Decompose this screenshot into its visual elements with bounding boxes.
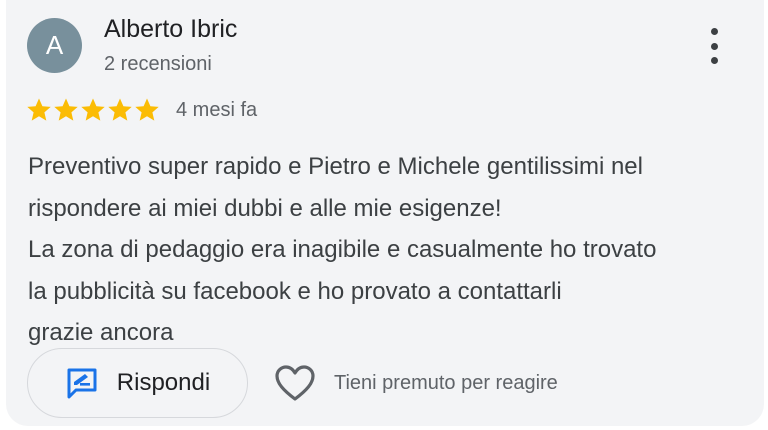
menu-dot	[710, 57, 718, 64]
star-icon	[54, 98, 78, 121]
review-text: Preventivo super rapido e Pietro e Miche…	[28, 146, 753, 354]
heart-outline-icon	[275, 365, 315, 401]
rating-row: 4 mesi fa	[26, 96, 257, 124]
menu-dot	[710, 28, 718, 35]
review-count: 2 recensioni	[104, 53, 212, 75]
review-text-line: rispondere ai miei dubbi e alle mie esig…	[28, 194, 502, 222]
review-card: A Alberto Ibric 2 recensioni 4 mesi fa P…	[6, 0, 764, 426]
star-icon	[108, 98, 132, 121]
reply-button-label: Rispondi	[116, 369, 211, 396]
reply-edit-icon	[67, 368, 97, 399]
star-icon	[135, 98, 159, 121]
react-label: Tieni premuto per reagire	[334, 371, 558, 394]
star-icon	[27, 98, 51, 121]
react-button[interactable]: Tieni premuto per reagire	[274, 362, 558, 404]
star-icon	[81, 98, 105, 121]
star-rating	[26, 97, 160, 123]
avatar[interactable]: A	[27, 18, 82, 73]
reply-button[interactable]: Rispondi	[27, 348, 248, 418]
menu-dot	[710, 42, 718, 50]
more-vert-icon[interactable]	[702, 28, 726, 64]
avatar-letter: A	[45, 30, 64, 60]
review-text-line: la pubblicità su facebook e ho provato a…	[28, 277, 562, 305]
author-name[interactable]: Alberto Ibric	[104, 15, 237, 44]
review-text-line: La zona di pedaggio era inagibile e casu…	[28, 236, 657, 263]
review-text-line: Preventivo super rapido e Pietro e Miche…	[28, 153, 643, 180]
review-date: 4 mesi fa	[176, 98, 258, 121]
